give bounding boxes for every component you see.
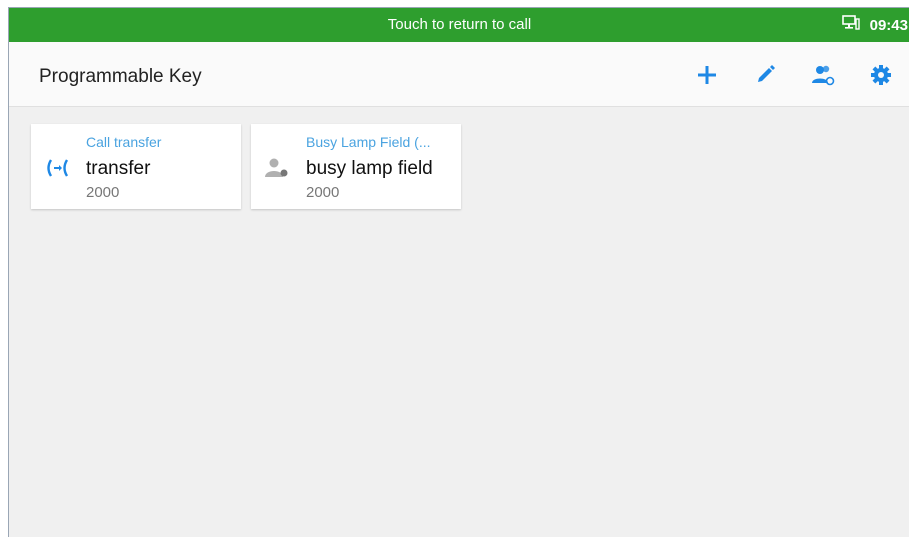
key-name: transfer [86, 158, 151, 179]
key-name: busy lamp field [306, 158, 433, 179]
call-transfer-icon [43, 154, 71, 182]
key-type-label: Call transfer [86, 134, 162, 150]
key-number: 2000 [86, 184, 120, 201]
toolbar-actions [692, 60, 896, 90]
return-to-call-text[interactable]: Touch to return to call [9, 16, 909, 33]
status-bar: 09:43 [841, 15, 908, 35]
contacts-icon [812, 65, 835, 86]
edit-icon [758, 65, 775, 82]
network-icon [841, 15, 860, 35]
contacts-button[interactable] [808, 60, 838, 90]
app-window: Touch to return to call 09:43 Programmab… [8, 7, 909, 537]
app-bar: Programmable Key [9, 42, 909, 107]
settings-icon [871, 65, 891, 85]
add-button[interactable] [692, 60, 722, 90]
edit-button[interactable] [750, 60, 780, 90]
key-type-label: Busy Lamp Field (... [306, 134, 431, 150]
contact-person-icon [263, 154, 291, 182]
key-card-call-transfer[interactable]: Call transfer transfer 2000 [31, 124, 241, 209]
key-card-busy-lamp-field[interactable]: Busy Lamp Field (... busy lamp field 200… [251, 124, 461, 209]
programmable-key-list: Call transfer transfer 2000 Busy Lamp Fi… [31, 124, 461, 209]
settings-button[interactable] [866, 60, 896, 90]
return-to-call-banner[interactable]: Touch to return to call 09:43 [9, 8, 909, 42]
add-icon [698, 66, 716, 84]
clock: 09:43 [869, 16, 908, 34]
page-title: Programmable Key [39, 66, 202, 87]
key-number: 2000 [306, 184, 340, 201]
